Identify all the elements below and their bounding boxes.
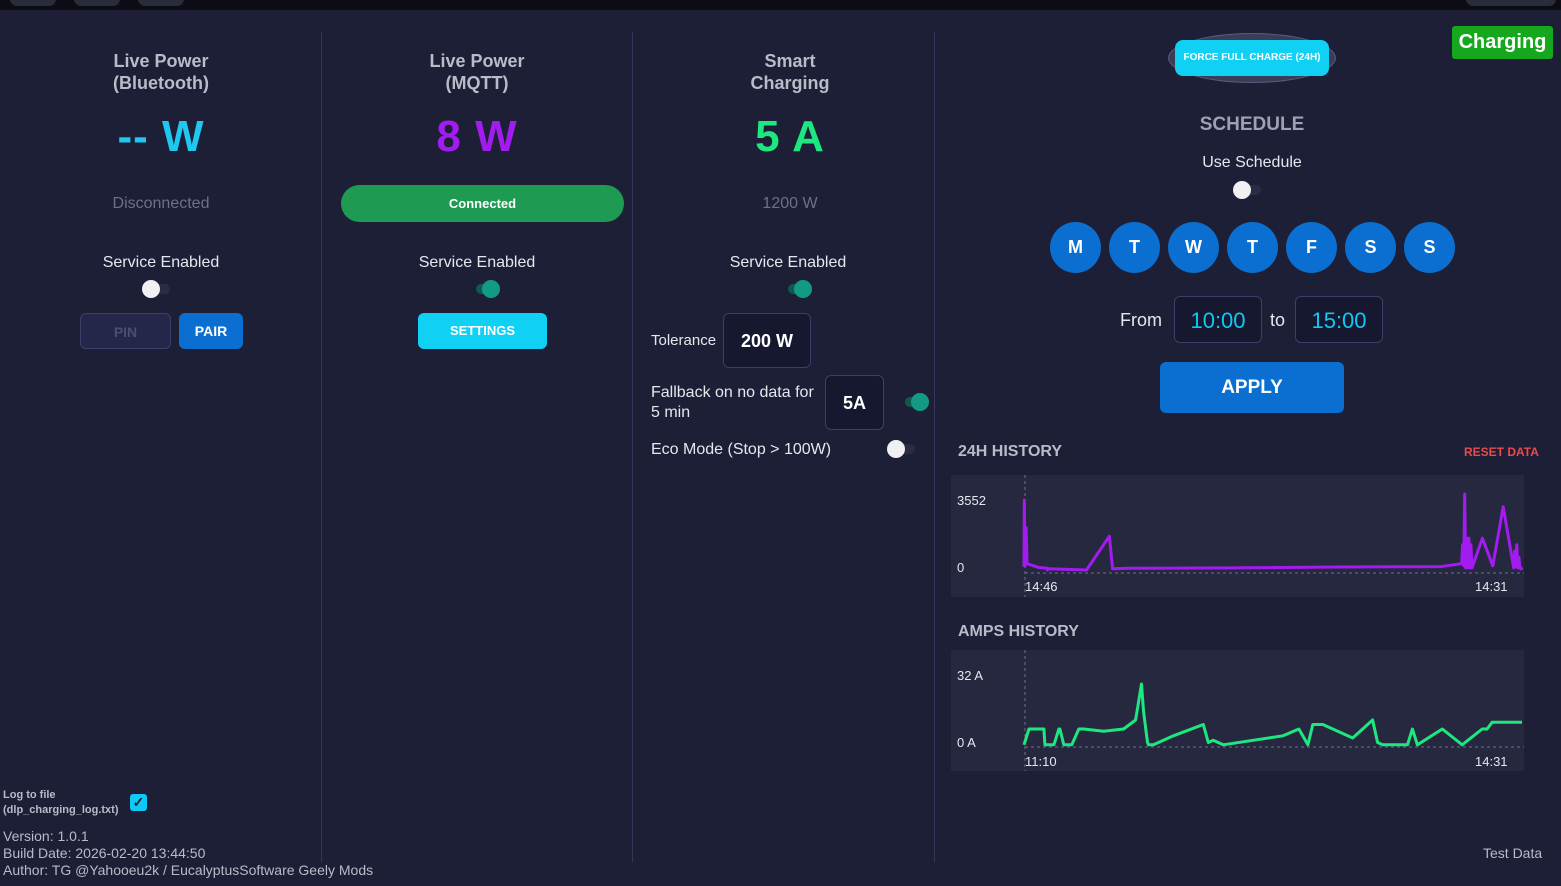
eco-mode-label: Eco Mode (Stop > 100W): [651, 441, 832, 458]
top-tab[interactable]: [74, 0, 120, 6]
version-text: Version: 1.0.1: [3, 828, 89, 844]
to-time-input[interactable]: 15:00: [1295, 296, 1383, 343]
chart-x-tick: 14:31: [1475, 754, 1508, 769]
top-tab[interactable]: [1466, 0, 1556, 6]
test-data-label: Test Data: [1483, 845, 1543, 861]
tolerance-input[interactable]: 200 W: [723, 313, 811, 368]
bluetooth-status: Disconnected: [112, 195, 210, 212]
log-to-file-label: Log to file (dlp_charging_log.txt): [3, 788, 119, 818]
chart-x-tick: 14:46: [1025, 579, 1058, 594]
chart-y-tick: 0: [957, 560, 964, 575]
mqtt-panel: Live Power (MQTT) 8 W Connected Service …: [322, 32, 632, 632]
day-sunday-button[interactable]: S: [1404, 222, 1455, 273]
top-tab[interactable]: [138, 0, 184, 6]
power-history-svg: 3552 0 14:46 14:31: [957, 475, 1524, 597]
title-line: (Bluetooth): [113, 73, 209, 93]
eco-mode-toggle[interactable]: [887, 439, 917, 459]
top-status-bar: [0, 0, 1561, 10]
smart-current-value: 5 A: [755, 112, 825, 161]
bluetooth-title: Live Power (Bluetooth): [0, 50, 322, 94]
reset-data-button[interactable]: RESET DATA: [1464, 445, 1539, 459]
pair-button[interactable]: PAIR: [179, 313, 243, 349]
use-schedule-label: Use Schedule: [1202, 154, 1302, 171]
day-friday-button[interactable]: F: [1286, 222, 1337, 273]
fallback-toggle[interactable]: [899, 392, 929, 412]
fallback-label-line: 5 min: [651, 404, 691, 421]
chart-x-tick: 11:10: [1025, 754, 1057, 769]
title-line: Smart: [764, 51, 816, 71]
charging-status-badge: Charging: [1452, 26, 1553, 59]
bluetooth-service-toggle[interactable]: [142, 279, 172, 299]
chart-y-tick: 3552: [957, 493, 986, 508]
mqtt-status-pill: Connected: [341, 185, 624, 222]
settings-button[interactable]: SETTINGS: [418, 313, 547, 349]
mqtt-service-toggle[interactable]: [470, 279, 500, 299]
bluetooth-panel: Live Power (Bluetooth) -- W Disconnected…: [0, 32, 322, 632]
day-monday-button[interactable]: M: [1050, 222, 1101, 273]
use-schedule-toggle[interactable]: [1233, 180, 1263, 200]
power-history-chart: 3552 0 14:46 14:31: [951, 475, 1524, 597]
apply-button[interactable]: APPLY: [1160, 362, 1344, 413]
day-tuesday-button[interactable]: T: [1109, 222, 1160, 273]
mqtt-power-value: 8 W: [436, 112, 518, 161]
smart-charging-panel: Smart Charging 5 A 1200 W Service Enable…: [633, 32, 935, 632]
day-wednesday-button[interactable]: W: [1168, 222, 1219, 273]
build-date-text: Build Date: 2026-02-20 13:44:50: [3, 845, 206, 861]
amps-history-title: AMPS HISTORY: [958, 623, 1079, 640]
smart-title: Smart Charging: [639, 50, 941, 94]
title-line: Charging: [750, 73, 830, 93]
log-to-file-checkbox[interactable]: ✓: [130, 794, 147, 811]
amps-history-chart: 32 A 0 A 11:10 14:31: [951, 650, 1524, 771]
bluetooth-power-value: -- W: [117, 112, 205, 161]
from-label: From: [1120, 310, 1162, 330]
mqtt-service-label: Service Enabled: [418, 254, 536, 271]
chart-y-tick: 0 A: [957, 735, 976, 750]
bluetooth-service-label: Service Enabled: [102, 254, 220, 271]
fallback-current-input[interactable]: 5A: [825, 375, 884, 430]
amps-history-svg: 32 A 0 A 11:10 14:31: [957, 650, 1524, 771]
history-title: 24H HISTORY: [958, 443, 1063, 460]
tolerance-label: Tolerance: [651, 332, 717, 349]
force-full-charge-button[interactable]: FORCE FULL CHARGE (24H): [1175, 40, 1329, 76]
day-saturday-button[interactable]: S: [1345, 222, 1396, 273]
title-line: (MQTT): [445, 73, 509, 93]
day-thursday-button[interactable]: T: [1227, 222, 1278, 273]
from-time-input[interactable]: 10:00: [1174, 296, 1262, 343]
chart-series-line: [1022, 492, 1524, 572]
to-label: to: [1270, 310, 1286, 330]
checkmark-icon: ✓: [132, 794, 145, 810]
title-line: Live Power: [429, 51, 525, 71]
chart-x-tick: 14:31: [1475, 579, 1508, 594]
top-tab[interactable]: [10, 0, 56, 6]
smart-power: 1200 W: [762, 195, 818, 212]
schedule-title: SCHEDULE: [1199, 114, 1305, 135]
chart-y-tick: 32 A: [957, 668, 983, 683]
smart-service-toggle[interactable]: [782, 279, 812, 299]
title-line: Live Power: [113, 51, 209, 71]
log-label-line: Log to file: [3, 789, 56, 801]
column-divider: [934, 32, 935, 862]
fallback-label-line: Fallback on no data for: [651, 384, 814, 401]
smart-service-label: Service Enabled: [729, 254, 847, 271]
chart-series-line: [1022, 682, 1522, 747]
author-text: Author: TG @Yahooeu2k / EucalyptusSoftwa…: [3, 862, 374, 878]
mqtt-title: Live Power (MQTT): [322, 50, 632, 94]
pin-button[interactable]: PIN: [80, 313, 171, 349]
fallback-label: Fallback on no data for 5 min: [651, 383, 814, 423]
log-label-line: (dlp_charging_log.txt): [3, 804, 119, 816]
